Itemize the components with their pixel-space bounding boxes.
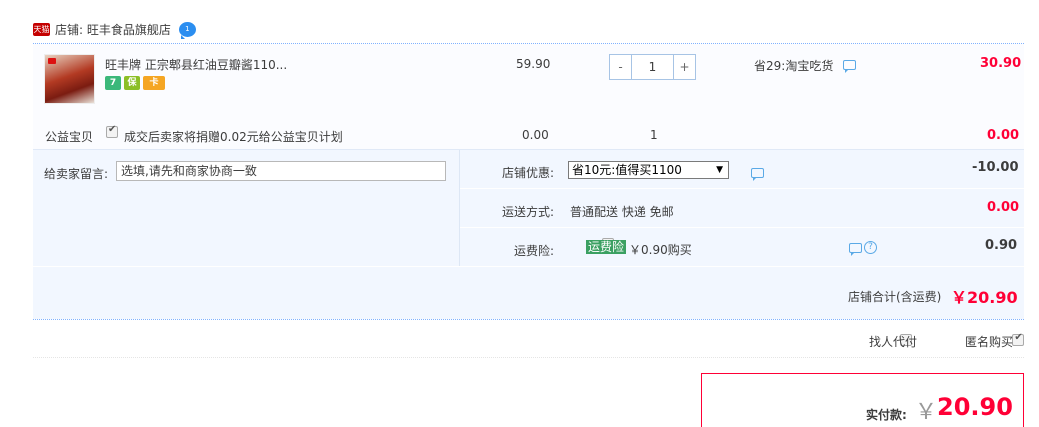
qty-plus-button[interactable]: +	[674, 55, 695, 79]
product-title-link[interactable]: 旺丰牌 正宗郫县红油豆瓣酱110...	[105, 56, 287, 73]
discount-label: 省29:淘宝吃货	[754, 59, 834, 73]
charity-qty: 1	[650, 128, 658, 142]
charity-checkbox	[106, 124, 118, 138]
divider	[459, 150, 460, 267]
quantity-stepper: - 1 +	[609, 54, 696, 80]
store-total-label: 店铺合计(含运费)	[848, 290, 942, 304]
card-payment-icon[interactable]: 卡	[143, 76, 165, 90]
seller-note-label: 给卖家留言:	[44, 167, 109, 181]
charity-label: 公益宝贝	[45, 130, 94, 144]
shop-header: 天猫 店铺: 旺丰食品旗舰店 1	[33, 18, 196, 40]
dropdown-arrow-icon: ▼	[716, 165, 723, 175]
charity-text: 成交后卖家将捐赠0.02元给公益宝贝计划	[124, 130, 343, 144]
insurance-label: 运费险:	[514, 244, 555, 258]
shop-name-link[interactable]: 店铺: 旺丰食品旗舰店	[55, 21, 171, 38]
divider	[33, 357, 1024, 358]
divider	[33, 319, 1024, 320]
product-thumbnail[interactable]	[44, 54, 95, 104]
divider	[460, 227, 1024, 228]
payment-value: 20.90	[937, 393, 1013, 421]
charity-price: 0.00	[522, 128, 549, 142]
payment-currency: ￥	[915, 400, 938, 425]
insurance-price-text: ￥0.90购买	[629, 243, 692, 257]
payment-label: 实付款:	[866, 408, 907, 422]
discount-info: 省29:淘宝吃货	[754, 57, 857, 74]
divider	[33, 266, 1024, 267]
insurance-chat-icon[interactable]	[849, 242, 862, 256]
insurance-value: 0.90	[985, 238, 1018, 253]
insurance-tag: 运费险	[586, 240, 627, 254]
divider	[460, 188, 1024, 189]
insurance-icons: ?	[849, 241, 877, 256]
store-promo-value: -10.00	[972, 160, 1019, 175]
anonymous-label[interactable]: 匿名购买	[965, 333, 1013, 350]
item-subtotal: 30.90	[980, 56, 1022, 71]
chat-icon[interactable]: 1	[178, 21, 196, 39]
qty-minus-button[interactable]: -	[610, 55, 631, 79]
store-promo-select[interactable]: 省10元:值得买1100 ▼	[568, 161, 729, 179]
guarantee-icon[interactable]: 保	[124, 76, 140, 90]
shipping-label: 运送方式:	[502, 205, 555, 219]
promo-selected-value: 省10元:值得买1100	[572, 163, 682, 177]
service-icons: 7 保 卡	[105, 76, 165, 90]
unit-price: 59.90	[516, 57, 551, 71]
shipping-method: 普通配送 快递 免邮	[570, 205, 674, 219]
proxy-pay-label[interactable]: 找人代付	[869, 333, 917, 350]
discount-chat-icon[interactable]	[843, 60, 857, 73]
promo-chat-icon[interactable]	[750, 168, 764, 181]
store-total-value: ￥20.90	[951, 288, 1018, 307]
seller-note-input[interactable]: 选填,请先和商家协商一致	[116, 161, 446, 181]
store-promo-label: 店铺优惠:	[502, 166, 555, 180]
shipping-value: 0.00	[987, 200, 1020, 215]
tmall-icon: 天猫	[33, 22, 50, 36]
charity-total: 0.00	[987, 128, 1020, 143]
qty-input[interactable]: 1	[631, 55, 674, 79]
seven-day-return-icon[interactable]: 7	[105, 76, 121, 90]
anonymous-checkbox[interactable]	[1012, 332, 1025, 346]
help-icon[interactable]: ?	[864, 241, 877, 254]
